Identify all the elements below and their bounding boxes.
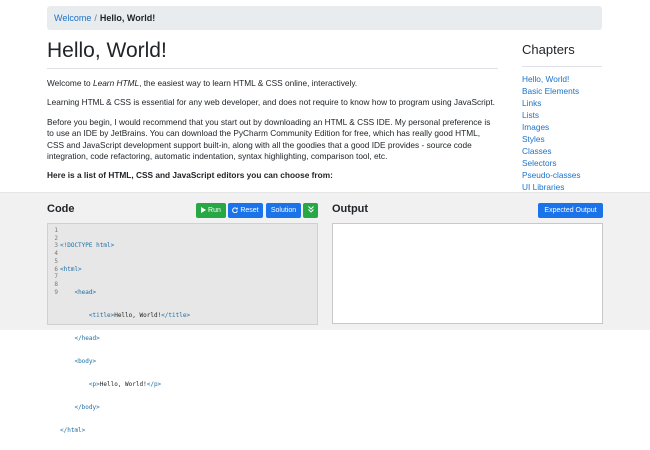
run-button-label: Run (208, 207, 221, 214)
chapter-link-selectors[interactable]: Selectors (522, 157, 607, 169)
code-line: <body> (74, 357, 97, 365)
code-line: </body> (74, 404, 100, 412)
code-line: <title>Hello, World!</title> (88, 311, 191, 319)
intro-suffix: , the easiest way to learn HTML & CSS on… (139, 78, 358, 88)
play-icon (201, 206, 207, 213)
title-divider (47, 68, 498, 69)
line-number: 6 (54, 265, 58, 273)
line-number: 1 (54, 227, 58, 234)
chapter-link-images[interactable]: Images (522, 121, 607, 133)
ide-paragraph: Before you begin, I would recommend that… (47, 116, 491, 162)
output-pane-title: Output (332, 203, 369, 215)
solution-button-label: Solution (270, 207, 297, 214)
line-number: 9 (54, 288, 58, 296)
editors-heading: Here is a list of HTML, CSS and JavaScri… (47, 170, 333, 181)
tutorial-content: Welcome to Learn HTML, the easiest way t… (47, 78, 497, 190)
expected-output-button[interactable]: Expected Output (538, 203, 603, 218)
refresh-icon (232, 206, 239, 213)
code-line: <html> (60, 265, 82, 273)
expected-output-label: Expected Output (544, 207, 597, 214)
code-line: <head> (74, 288, 97, 296)
output-frame[interactable] (332, 223, 603, 324)
expand-button[interactable] (303, 203, 318, 218)
code-line: </html> (60, 427, 86, 435)
run-button[interactable]: Run (196, 203, 226, 218)
intro-emphasis: Learn HTML (92, 78, 140, 88)
line-number: 3 (54, 242, 58, 250)
double-chevron-down-icon (307, 206, 314, 213)
chapter-link-lists[interactable]: Lists (522, 109, 607, 121)
code-lines: <!DOCTYPE html> <html> <head> <title>Hel… (60, 227, 190, 450)
breadcrumb-current: Hello, World! (99, 13, 156, 23)
chapter-link-hello-world[interactable]: Hello, World! (522, 73, 607, 85)
chapter-link-basic-elements[interactable]: Basic Elements (522, 85, 607, 97)
line-number: 7 (54, 273, 58, 281)
line-number: 8 (54, 280, 58, 288)
code-pane-title: Code (47, 203, 75, 215)
code-line: <!DOCTYPE html> (60, 242, 115, 250)
chapter-link-links[interactable]: Links (522, 97, 607, 109)
essential-paragraph: Learning HTML & CSS is essential for any… (47, 97, 495, 108)
breadcrumb-home-link[interactable]: Welcome (54, 13, 91, 23)
intro-prefix: Welcome to (47, 78, 93, 88)
code-line: </head> (74, 334, 100, 342)
line-number: 5 (54, 257, 58, 265)
reset-button-label: Reset (240, 207, 259, 214)
chapter-link-pseudo-classes[interactable]: Pseudo-classes (522, 169, 607, 181)
code-line: <p>Hello, World!</p> (88, 381, 162, 389)
chapter-link-classes[interactable]: Classes (522, 145, 607, 157)
intro-paragraph: Welcome to Learn HTML, the easiest way t… (47, 78, 497, 89)
chapters-panel: Chapters Hello, World! Basic Elements Li… (522, 42, 607, 193)
line-number: 2 (54, 234, 58, 242)
page-title: Hello, World! (47, 39, 167, 62)
chapter-link-styles[interactable]: Styles (522, 133, 607, 145)
breadcrumb: Welcome / Hello, World! (47, 6, 602, 30)
chapters-divider (522, 66, 602, 67)
chapters-list: Hello, World! Basic Elements Links Lists… (522, 73, 607, 193)
code-editor[interactable]: 1 2 3 4 5 6 7 8 9 <!DOCTYPE html> <html>… (47, 223, 318, 434)
line-numbers: 1 2 3 4 5 6 7 8 9 (48, 227, 58, 296)
chapters-title: Chapters (522, 42, 575, 57)
solution-button[interactable]: Solution (266, 203, 301, 218)
breadcrumb-separator: / (94, 13, 97, 23)
line-number: 4 (54, 250, 58, 258)
reset-button[interactable]: Reset (228, 203, 263, 218)
